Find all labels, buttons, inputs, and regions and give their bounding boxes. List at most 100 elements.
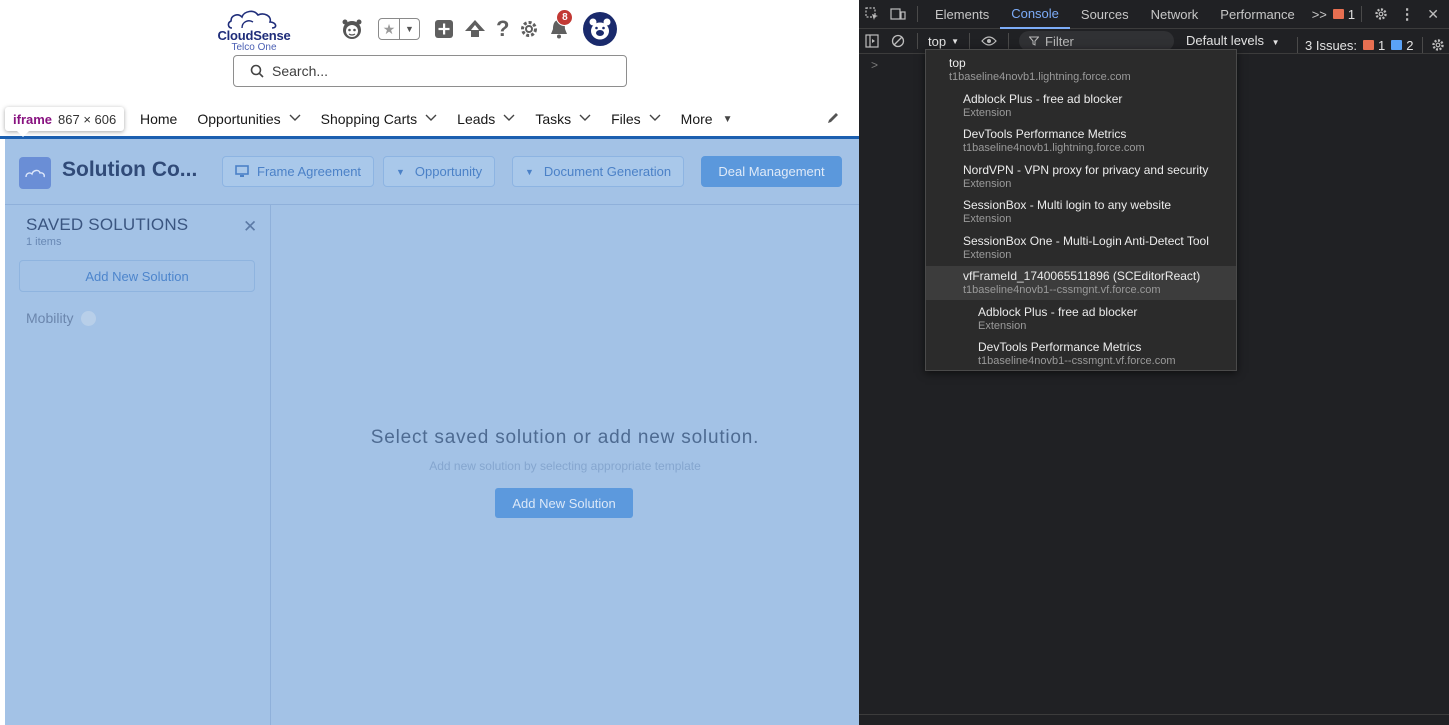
issues-label: 3 Issues: <box>1305 37 1358 53</box>
nav-item-label: Leads <box>457 111 496 127</box>
setup-gear-icon[interactable] <box>519 16 539 42</box>
chevron-down-icon[interactable] <box>649 114 661 125</box>
context-menu-item-title: Adblock Plus - free ad blocker <box>963 91 1123 106</box>
global-search-input[interactable]: Search... <box>233 55 627 87</box>
context-menu-item[interactable]: SessionBox One - Multi-Login Anti-Detect… <box>926 231 1236 265</box>
document-generation-button[interactable]: ▼ Document Generation <box>512 156 685 187</box>
tab-warning-indicator[interactable]: 1 <box>1332 7 1355 22</box>
context-menu-item[interactable]: Adblock Plus - free ad blocker Extension <box>926 89 1236 123</box>
frame-agreement-button[interactable]: Frame Agreement <box>222 156 375 187</box>
console-settings-gear-icon[interactable] <box>1429 33 1447 57</box>
deal-management-button[interactable]: Deal Management <box>701 156 842 187</box>
nav-item-label: Tasks <box>535 111 572 127</box>
context-menu-item[interactable]: DevTools Performance Metrics t1baseline4n… <box>926 337 1236 371</box>
separator <box>1421 37 1423 53</box>
context-menu-item-subtitle: t1baseline4novb1--cssmgnt.vf.force.com <box>978 355 1176 367</box>
tab-performance[interactable]: Performance <box>1209 0 1305 29</box>
cloudsense-logo[interactable]: CloudSense Telco One <box>212 8 296 53</box>
context-menu-item-title: NordVPN - VPN proxy for privacy and secu… <box>963 162 1209 177</box>
favorites-dropdown-icon[interactable]: ▼ <box>399 19 419 39</box>
header-utility-bar: ★ ▼ ? 8 <box>340 9 618 46</box>
sidebar-add-new-solution-button[interactable]: Add New Solution <box>19 260 255 292</box>
tab-sources[interactable]: Sources <box>1070 0 1140 29</box>
clear-console-icon[interactable] <box>885 29 911 53</box>
notification-count-badge: 8 <box>556 9 574 26</box>
chevron-down-icon[interactable] <box>579 114 591 125</box>
logo-sub-text: Telco One <box>231 42 277 53</box>
saved-solutions-panel: SAVED SOLUTIONS ✕ 1 items Add New Soluti… <box>5 205 271 725</box>
opportunity-button[interactable]: ▼ Opportunity <box>383 156 496 187</box>
tab-network[interactable]: Network <box>1140 0 1210 29</box>
nav-item-shopping-carts[interactable]: Shopping Carts <box>321 111 438 127</box>
solution-console-title: Solution Co... <box>62 158 198 181</box>
iframe-tag-size: 867 × 606 <box>58 111 117 127</box>
context-menu-item-title: vfFrameId_1740065511896 (SCEditorReact) <box>963 269 1201 283</box>
context-menu-item[interactable]: top t1baseline4novb1.lightning.force.com <box>926 53 1236 87</box>
filter-placeholder: Filter <box>1045 33 1074 49</box>
search-icon <box>250 64 264 78</box>
solution-console-app-icon <box>19 157 51 189</box>
caret-down-icon[interactable]: ▼ <box>723 114 733 125</box>
settings-gear-icon[interactable] <box>1368 2 1394 26</box>
tab-elements[interactable]: Elements <box>924 0 1000 29</box>
kebab-menu-icon[interactable]: ⋮ <box>1394 2 1420 26</box>
context-menu-item-subtitle: t1baseline4novb1.lightning.force.com <box>949 71 1131 83</box>
favorites-star-icon[interactable]: ★ <box>379 19 399 39</box>
close-panel-icon[interactable]: ✕ <box>243 217 257 237</box>
more-tabs-button[interactable]: >> <box>1306 0 1333 29</box>
nav-item-more[interactable]: More ▼ <box>681 111 733 127</box>
context-menu-item[interactable]: DevTools Performance Metrics t1baseline4n… <box>926 124 1236 158</box>
context-menu-item[interactable]: SessionBox - Multi login to any website E… <box>926 195 1236 229</box>
device-toolbar-icon[interactable] <box>885 2 911 26</box>
sidebar-toggle-icon[interactable] <box>859 29 885 53</box>
console-filter-input[interactable]: Filter <box>1019 31 1174 51</box>
astro-icon[interactable] <box>340 16 364 42</box>
nav-item-tasks[interactable]: Tasks <box>535 111 591 127</box>
logo-brand-text: CloudSense <box>217 28 291 43</box>
nav-item-opportunities[interactable]: Opportunities <box>197 111 301 127</box>
context-menu-item[interactable]: Adblock Plus - free ad blocker Extension <box>926 302 1236 336</box>
notifications-bell-icon[interactable]: 8 <box>549 9 574 42</box>
chevron-down-icon[interactable] <box>503 114 515 125</box>
global-actions-plus-icon[interactable] <box>434 16 454 42</box>
empty-add-new-solution-button[interactable]: Add New Solution <box>495 488 633 518</box>
trailhead-icon[interactable] <box>464 16 486 42</box>
issues-counter[interactable]: 3 Issues: 1 2 <box>1297 33 1447 57</box>
saved-solutions-title: SAVED SOLUTIONS <box>26 215 189 234</box>
warning-icon <box>1363 40 1375 50</box>
opportunity-label: Opportunity <box>414 164 483 179</box>
log-levels-dropdown[interactable]: Default levels ▼ <box>1186 33 1280 48</box>
chevron-down-icon[interactable] <box>425 114 437 125</box>
separator <box>1297 37 1298 53</box>
nav-item-leads[interactable]: Leads <box>457 111 515 127</box>
caret-down-icon: ▼ <box>396 166 405 177</box>
tab-console[interactable]: Console <box>1000 0 1070 29</box>
context-menu-item[interactable]: NordVPN - VPN proxy for privacy and secu… <box>926 160 1236 194</box>
context-selector[interactable]: top ▼ <box>924 34 963 49</box>
separator <box>917 6 918 22</box>
cloud-logo-icon <box>227 10 277 29</box>
inspect-element-icon[interactable] <box>859 2 885 26</box>
favorites-control[interactable]: ★ ▼ <box>378 18 420 40</box>
close-devtools-icon[interactable]: ✕ <box>1420 2 1446 26</box>
context-menu-item-title: Adblock Plus - free ad blocker <box>978 304 1138 319</box>
issues-info-count: 2 <box>1406 37 1414 53</box>
solution-item-mobility[interactable]: Mobility <box>26 310 97 326</box>
context-menu-item-title: SessionBox One - Multi-Login Anti-Detect… <box>963 233 1209 248</box>
nav-item-files[interactable]: Files <box>611 111 661 127</box>
context-menu-item-title: DevTools Performance Metrics <box>978 340 1142 354</box>
warning-icon <box>1332 9 1344 19</box>
separator <box>1361 6 1363 22</box>
solution-console-header: Solution Co... Frame Agreement ▼ Opportu… <box>5 139 859 205</box>
help-icon[interactable]: ? <box>496 16 509 42</box>
edit-nav-pencil-icon[interactable] <box>826 111 840 130</box>
chevron-down-icon[interactable] <box>289 114 301 125</box>
user-avatar-icon[interactable] <box>583 12 618 46</box>
context-menu-item[interactable]: vfFrameId_1740065511896 (SCEditorReact) t… <box>926 266 1236 300</box>
info-message-icon <box>1391 40 1403 50</box>
console-prompt[interactable]: > <box>871 58 878 72</box>
nav-item-label: More <box>680 111 713 127</box>
devtools-panel: Elements Console Sources Network Performance… <box>859 0 1449 725</box>
nav-item-home[interactable]: Home <box>140 111 177 127</box>
caret-down-icon: ▼ <box>951 36 959 46</box>
